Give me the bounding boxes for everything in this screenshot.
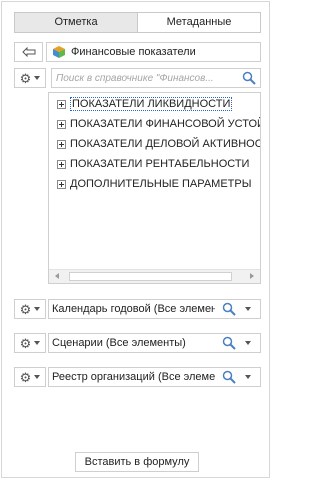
dictionary-name: Финансовые показатели (71, 46, 196, 58)
chevron-down-icon (34, 341, 41, 345)
panel: Отметка Метаданные Финансовые показатели… (1, 1, 270, 478)
elements-tree[interactable]: ПОКАЗАТЕЛИ ЛИКВИДНОСТИ ПОКАЗАТЕЛИ ФИНАНС… (48, 92, 261, 284)
dimension-selector-organizations[interactable]: Реестр организаций (Все элемен (48, 367, 261, 387)
tree-item[interactable]: ДОПОЛНИТЕЛЬНЫЕ ПАРАМЕТРЫ (57, 175, 251, 193)
expand-icon[interactable] (57, 139, 66, 149)
horizontal-scrollbar[interactable] (49, 269, 260, 283)
dimension-selector-calendar[interactable]: Календарь годовой (Все элемент (48, 299, 261, 319)
tree-item-label: ПОКАЗАТЕЛИ ЛИКВИДНОСТИ (70, 97, 233, 111)
expand-icon[interactable] (57, 179, 66, 189)
chevron-down-icon[interactable] (245, 307, 251, 311)
dimension-label: Календарь годовой (Все элемент (52, 303, 215, 315)
tree-item[interactable]: ПОКАЗАТЕЛИ РЕНТАБЕЛЬНОСТИ (57, 155, 249, 173)
tree-item-label: ПОКАЗАТЕЛИ ДЕЛОВОЙ АКТИВНОСТ (70, 138, 261, 150)
dimension-label: Реестр организаций (Все элемен (52, 371, 215, 383)
search-icon[interactable] (242, 71, 256, 85)
back-button[interactable] (14, 42, 43, 62)
chevron-down-icon (34, 307, 41, 311)
insert-into-formula-button[interactable]: Вставить в формулу (75, 452, 199, 472)
expand-icon[interactable] (57, 119, 66, 129)
scroll-left-icon[interactable] (55, 273, 59, 279)
gear-icon: ⚙ (19, 335, 32, 351)
dimension-options-button[interactable]: ⚙ (14, 299, 46, 319)
tree-item[interactable]: ПОКАЗАТЕЛИ ФИНАНСОВОЙ УСТОЙ (57, 115, 261, 133)
expand-icon[interactable] (57, 159, 66, 169)
dimension-options-button[interactable]: ⚙ (14, 333, 46, 353)
dimension-selector-scenarios[interactable]: Сценарии (Все элементы) (48, 333, 261, 353)
search-input[interactable] (52, 69, 237, 87)
expand-icon[interactable] (57, 99, 66, 109)
tab-bar: Отметка Метаданные (14, 12, 261, 33)
cube-icon (53, 46, 65, 58)
scrollbar-thumb[interactable] (69, 272, 232, 281)
gear-icon: ⚙ (19, 369, 32, 385)
search-icon[interactable] (222, 336, 236, 350)
dimension-label: Сценарии (Все элементы) (52, 337, 186, 349)
scroll-right-icon[interactable] (250, 273, 254, 279)
search-field[interactable] (51, 68, 261, 88)
chevron-down-icon (34, 375, 41, 379)
back-arrow-icon (21, 47, 35, 57)
tab-mark[interactable]: Отметка (14, 12, 137, 33)
tree-item-label: ДОПОЛНИТЕЛЬНЫЕ ПАРАМЕТРЫ (70, 178, 252, 190)
chevron-down-icon (34, 76, 41, 80)
tree-options-button[interactable]: ⚙ (14, 68, 46, 88)
tree-item[interactable]: ПОКАЗАТЕЛИ ЛИКВИДНОСТИ (57, 95, 233, 113)
tree-item-label: ПОКАЗАТЕЛИ ФИНАНСОВОЙ УСТОЙ (70, 118, 261, 130)
tree-item[interactable]: ПОКАЗАТЕЛИ ДЕЛОВОЙ АКТИВНОСТ (57, 135, 261, 153)
search-icon[interactable] (222, 370, 236, 384)
gear-icon: ⚙ (19, 301, 32, 317)
tree-item-label: ПОКАЗАТЕЛИ РЕНТАБЕЛЬНОСТИ (70, 158, 250, 170)
dimension-options-button[interactable]: ⚙ (14, 367, 46, 387)
tab-metadata[interactable]: Метаданные (137, 12, 261, 33)
chevron-down-icon[interactable] (245, 375, 251, 379)
chevron-down-icon[interactable] (245, 341, 251, 345)
dictionary-path[interactable]: Финансовые показатели (46, 42, 261, 62)
search-icon[interactable] (222, 302, 236, 316)
gear-icon: ⚙ (19, 70, 32, 86)
